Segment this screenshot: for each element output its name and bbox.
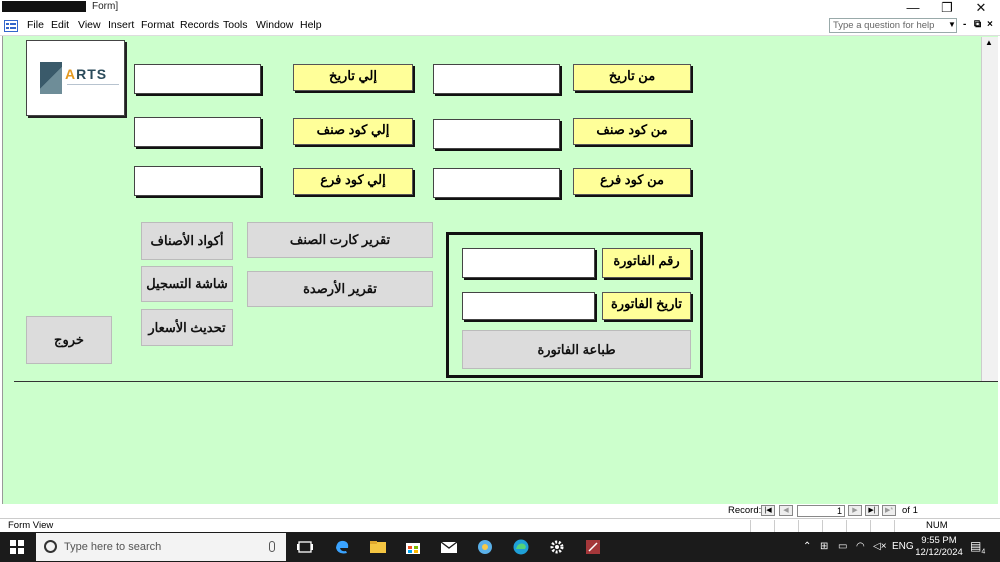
numlock-indicator: NUM (926, 520, 948, 531)
menu-help[interactable]: Help (300, 19, 322, 31)
form-icon[interactable] (4, 20, 18, 32)
first-record-icon[interactable]: |◀ (761, 505, 775, 516)
status-cell (822, 520, 846, 532)
chevron-up-icon[interactable]: ⌃ (803, 541, 811, 552)
new-record-icon[interactable]: ▶* (882, 505, 896, 516)
menu-tools[interactable]: Tools (223, 19, 248, 31)
edge-browser-icon[interactable] (512, 538, 530, 556)
menu-records[interactable]: Records (180, 19, 219, 31)
window-title: Form] (2, 1, 123, 12)
from-item-code-label: من كود صنف (573, 118, 691, 145)
clock-date: 12/12/2024 (915, 547, 963, 558)
status-cell (846, 520, 870, 532)
settings-gear-icon[interactable] (548, 538, 566, 556)
previous-record-icon[interactable]: ◀ (779, 505, 793, 516)
record-navigator: Record: |◀ ◀ 1 ▶ ▶| ▶* of 1 (0, 504, 1000, 518)
from-item-code-input[interactable] (433, 119, 560, 149)
menu-format[interactable]: Format (141, 19, 174, 31)
to-date-label: إلي تاريخ (293, 64, 413, 91)
status-cell (870, 520, 894, 532)
language-indicator[interactable]: ENG (892, 541, 914, 552)
taskbar-search-box[interactable]: Type here to search (36, 533, 286, 561)
logo-tagline (67, 84, 119, 90)
menu-bar: File Edit View Insert Format Records Too… (0, 17, 1000, 36)
restore-button[interactable]: ❐ (930, 0, 964, 17)
mdi-restore-button[interactable]: ⧉ (974, 19, 981, 30)
minimize-button[interactable]: — (896, 0, 930, 17)
status-cell (798, 520, 822, 532)
access-window: Form] — ❐ ✕ File Edit View Insert Format… (0, 0, 1000, 562)
edge-icon[interactable] (333, 538, 351, 556)
status-cell (894, 520, 918, 532)
wifi-icon[interactable]: ◠ (856, 541, 865, 552)
volume-icon[interactable]: ◁× (873, 541, 887, 552)
file-explorer-icon[interactable] (369, 538, 387, 556)
to-branch-code-input[interactable] (134, 166, 261, 196)
from-date-label: من تاريخ (573, 64, 691, 91)
item-card-report-button[interactable]: تقرير كارت الصنف (247, 222, 433, 258)
title-bar: Form] — ❐ ✕ (0, 0, 1000, 17)
exit-button[interactable]: خروج (26, 316, 112, 364)
menu-insert[interactable]: Insert (108, 19, 134, 31)
vertical-scrollbar[interactable]: ▲ (981, 37, 998, 382)
clock-time: 9:55 PM (921, 535, 957, 546)
mdi-close-button[interactable]: × (987, 19, 993, 30)
windows-start-icon[interactable] (10, 540, 24, 554)
section-divider (14, 381, 998, 382)
task-view-icon[interactable] (296, 538, 314, 556)
windows-taskbar: Type here to search ⌃ ⊞ ▭ ◠ ◁× ENG 9:55 … (0, 532, 1000, 562)
company-logo: ARTS (26, 40, 125, 116)
to-item-code-input[interactable] (134, 117, 261, 147)
update-prices-button[interactable]: تحديث الأسعار (141, 309, 233, 346)
print-invoice-button[interactable]: طباعة الفاتورة (462, 330, 691, 369)
logo-mark-icon (40, 62, 62, 94)
status-bar: Form View NUM (0, 518, 1000, 532)
from-date-input[interactable] (433, 64, 560, 94)
battery-icon[interactable]: ▭ (838, 541, 847, 552)
menu-view[interactable]: View (78, 19, 101, 31)
invoice-date-label: تاريخ الفاتورة (602, 292, 691, 320)
from-branch-code-label: من كود فرع (573, 168, 691, 195)
to-item-code-label: إلي كود صنف (293, 118, 413, 145)
mail-icon[interactable] (440, 538, 458, 556)
current-record-input[interactable]: 1 (797, 505, 845, 517)
next-record-icon[interactable]: ▶ (848, 505, 862, 516)
store-icon[interactable] (404, 538, 422, 556)
search-icon (44, 540, 57, 553)
menu-edit[interactable]: Edit (51, 19, 69, 31)
scroll-up-icon[interactable]: ▲ (985, 38, 993, 47)
menu-window[interactable]: Window (256, 19, 293, 31)
taskbar-clock[interactable]: 9:55 PM 12/12/2024 (912, 535, 966, 559)
menu-file[interactable]: File (27, 19, 44, 31)
search-placeholder: Type here to search (64, 541, 162, 553)
registration-screen-button[interactable]: شاشة التسجيل (141, 266, 233, 302)
notification-icon[interactable]: ▤4 (970, 539, 985, 555)
chevron-down-icon[interactable]: ▼ (948, 20, 956, 29)
last-record-icon[interactable]: ▶| (865, 505, 879, 516)
help-question-box[interactable]: Type a question for help (829, 18, 957, 33)
invoice-number-label: رقم الفاتورة (602, 248, 691, 278)
record-total: of 1 (902, 505, 918, 516)
close-button[interactable]: ✕ (964, 0, 998, 17)
from-branch-code-input[interactable] (433, 168, 560, 198)
access-app-icon[interactable] (584, 538, 602, 556)
app-icon[interactable] (476, 538, 494, 556)
item-codes-button[interactable]: أكواد الأصناف (141, 222, 233, 260)
mdi-minimize-button[interactable]: - (963, 19, 966, 30)
record-label: Record: (728, 505, 762, 516)
invoice-date-input[interactable] (462, 292, 595, 320)
status-cell (750, 520, 774, 532)
logo-text: ARTS (65, 66, 108, 82)
to-branch-code-label: إلي كود فرع (293, 168, 413, 195)
microphone-icon[interactable] (269, 541, 275, 552)
view-status: Form View (8, 520, 54, 531)
balances-report-button[interactable]: تقرير الأرصدة (247, 271, 433, 307)
network-icon[interactable]: ⊞ (820, 541, 828, 552)
invoice-number-input[interactable] (462, 248, 595, 278)
to-date-input[interactable] (134, 64, 261, 94)
status-cell (774, 520, 798, 532)
